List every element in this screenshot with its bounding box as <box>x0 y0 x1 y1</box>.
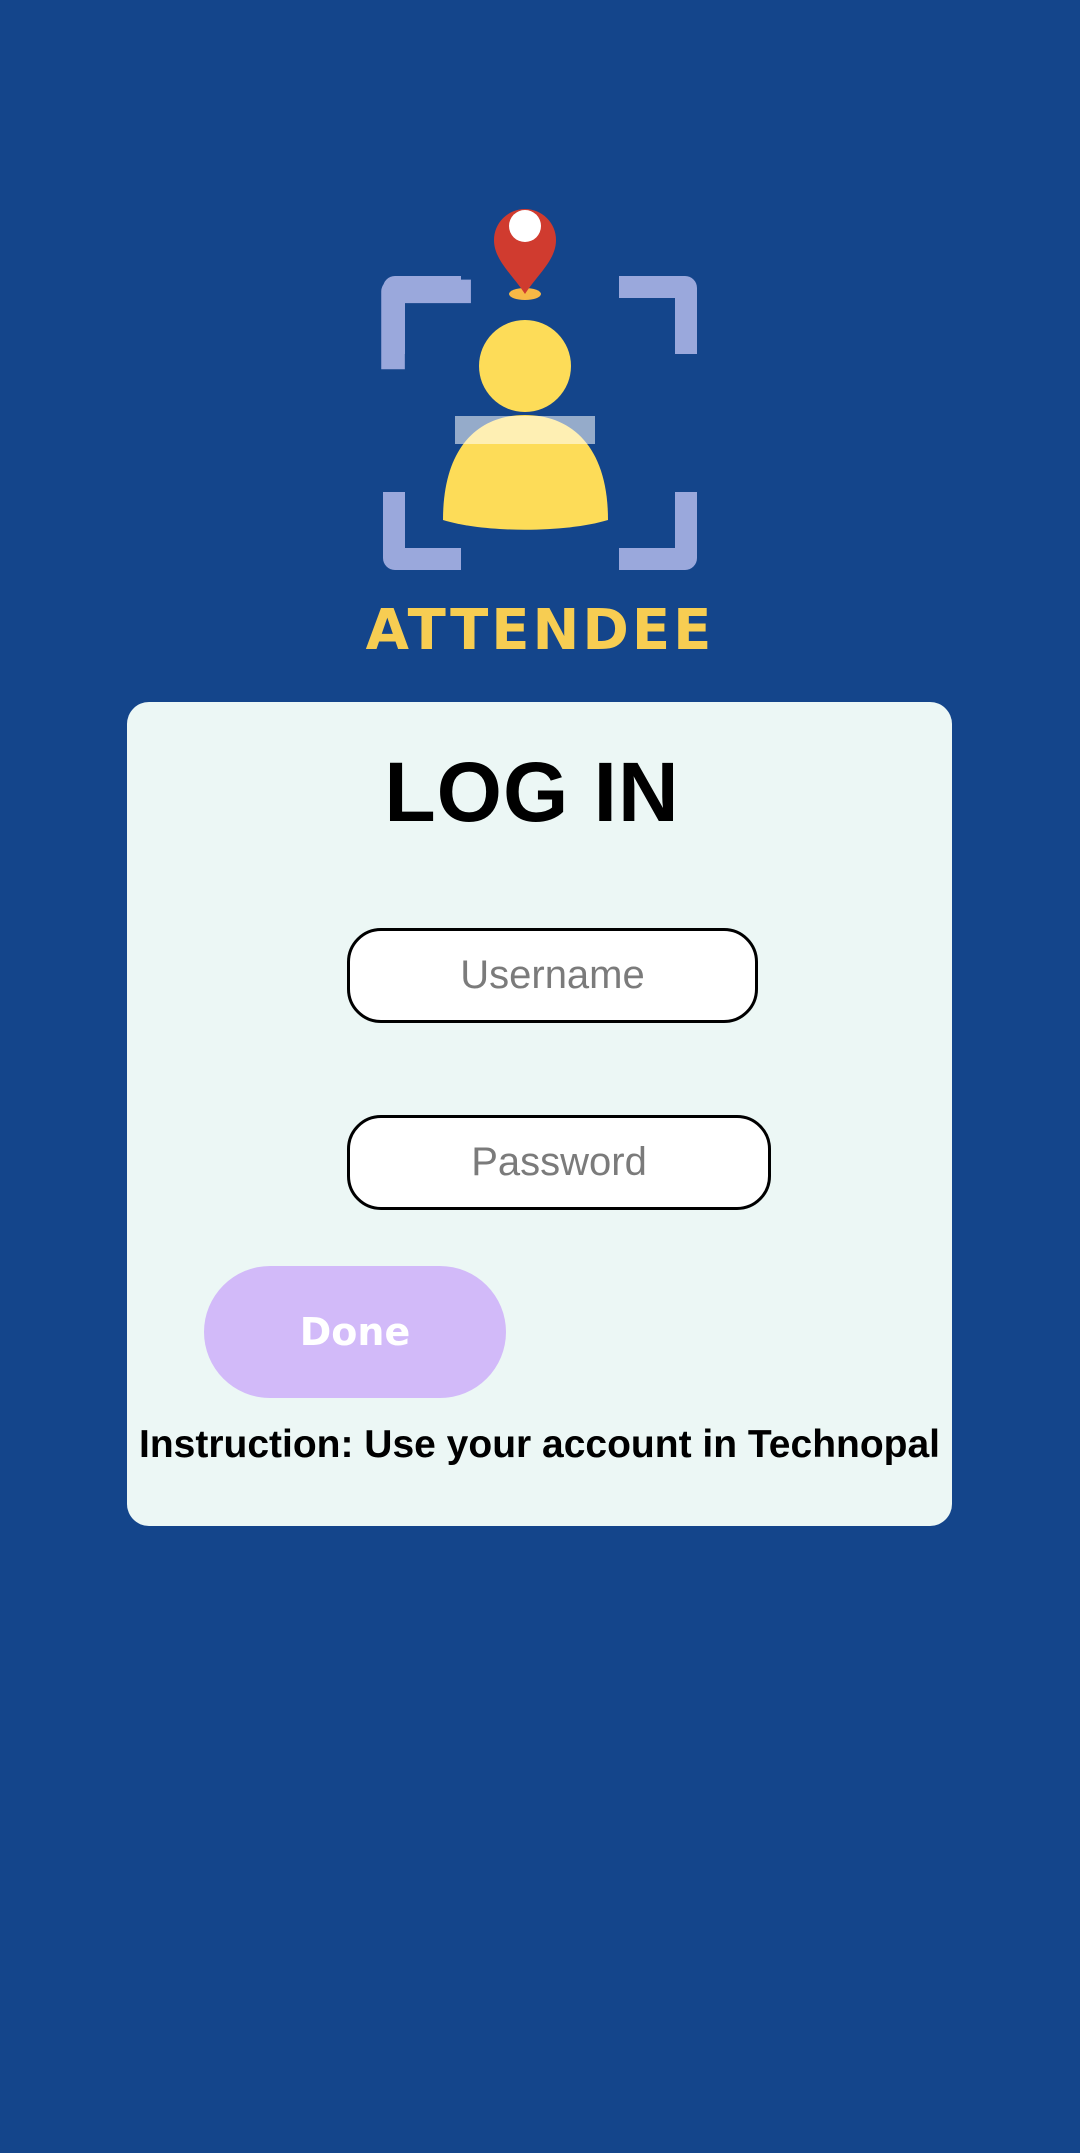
page-title: LOG IN <box>384 745 680 839</box>
done-button[interactable]: Done <box>204 1266 506 1398</box>
brand-name: ATTENDEE <box>365 598 715 663</box>
password-input[interactable] <box>347 1115 771 1210</box>
app-logo: ATTENDEE <box>360 190 720 670</box>
instruction-text: Instruction: Use your account in Technop… <box>138 1423 941 1466</box>
attendee-logo-icon <box>381 209 697 570</box>
login-card: LOG IN Done Instruction: Use your accoun… <box>127 702 952 1526</box>
username-input[interactable] <box>347 928 758 1023</box>
